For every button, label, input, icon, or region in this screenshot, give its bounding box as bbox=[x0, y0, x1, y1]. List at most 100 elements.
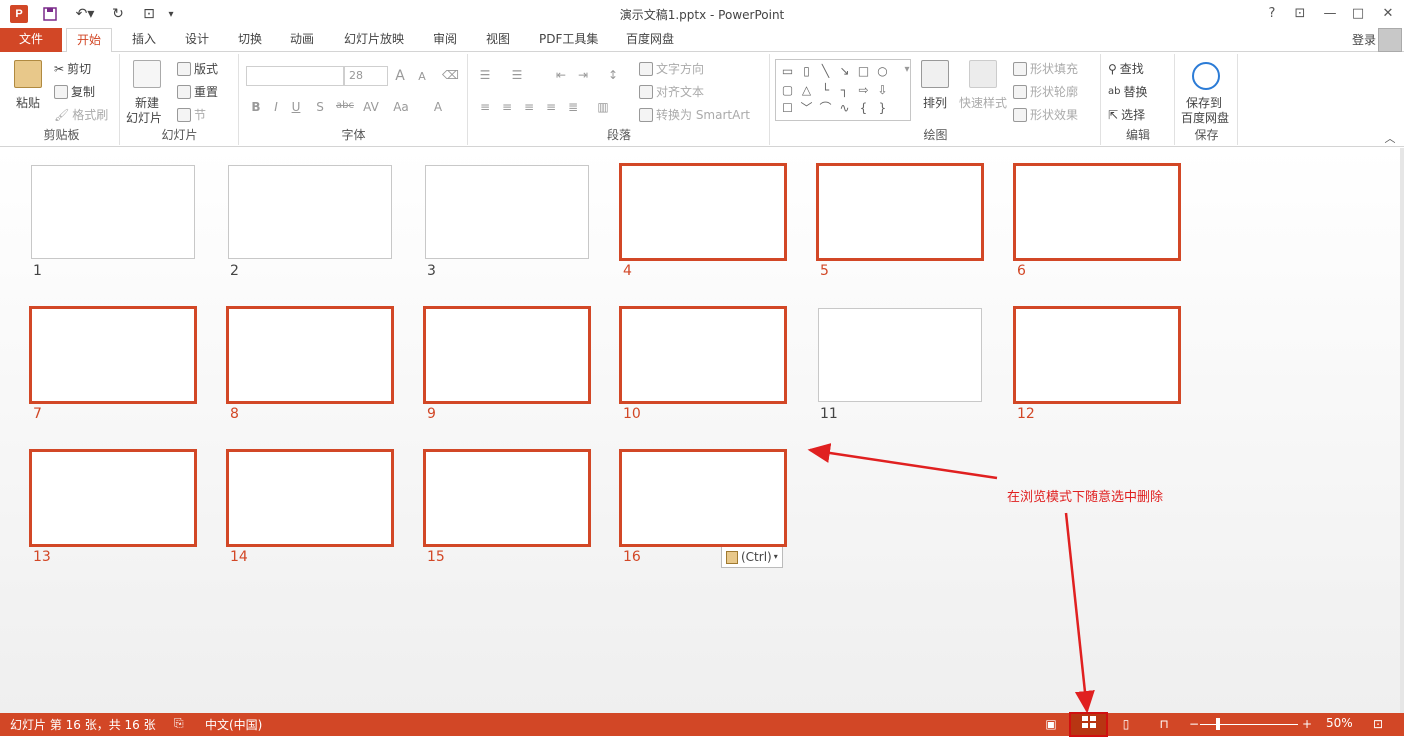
slide-thumbnail[interactable] bbox=[31, 165, 195, 259]
bold-button[interactable]: B bbox=[248, 100, 264, 114]
language-status[interactable]: 中文(中国) bbox=[205, 716, 262, 733]
help-button[interactable]: ? bbox=[1258, 2, 1286, 26]
line-spacing-icon[interactable]: ↕ bbox=[605, 68, 621, 82]
minimize-button[interactable]: — bbox=[1316, 2, 1344, 26]
save-to-line2[interactable]: 百度网盘 bbox=[1181, 109, 1229, 126]
vtextbox-shape-icon[interactable]: ▯ bbox=[797, 62, 816, 80]
curve-shape-icon[interactable]: ﹀ bbox=[797, 99, 816, 117]
font-color-button[interactable]: A bbox=[430, 100, 446, 114]
slide-thumbnail[interactable] bbox=[423, 306, 591, 404]
font-size-combo[interactable]: 28 bbox=[344, 66, 388, 86]
fit-to-window-icon[interactable]: ⊡ bbox=[1368, 715, 1388, 733]
paste-button[interactable]: 粘贴 bbox=[16, 94, 40, 111]
select-button[interactable]: ⇱ 选择 bbox=[1108, 106, 1145, 123]
reset-button[interactable]: 重置 bbox=[177, 83, 218, 100]
slideshow-view-icon[interactable]: ⊓ bbox=[1154, 715, 1174, 733]
numbering-icon[interactable]: ☰ bbox=[509, 68, 525, 82]
slide-thumbnail[interactable] bbox=[423, 449, 591, 547]
smartart-button[interactable]: 转换为 SmartArt bbox=[639, 106, 750, 123]
collapse-ribbon-icon[interactable]: ︿ bbox=[1382, 130, 1398, 146]
slide-thumbnail[interactable] bbox=[226, 306, 394, 404]
replace-button[interactable]: ab 替换 bbox=[1108, 83, 1148, 100]
layout-button[interactable]: 版式 bbox=[177, 60, 218, 77]
tab-pdf-tools[interactable]: PDF工具集 bbox=[529, 28, 608, 52]
baidu-cloud-icon[interactable] bbox=[1192, 62, 1220, 90]
maximize-button[interactable]: □ bbox=[1344, 2, 1372, 26]
align-center-icon[interactable]: ≡ bbox=[499, 100, 515, 114]
slide-thumbnail[interactable] bbox=[29, 449, 197, 547]
quick-styles-icon[interactable] bbox=[969, 60, 997, 88]
decrease-indent-icon[interactable]: ⇤ bbox=[553, 68, 569, 82]
change-case-button[interactable]: Aa bbox=[390, 100, 412, 114]
tab-slideshow[interactable]: 幻灯片放映 bbox=[334, 28, 414, 52]
tab-baidu-netdisk[interactable]: 百度网盘 bbox=[616, 28, 684, 52]
zoom-in-button[interactable]: + bbox=[1297, 715, 1317, 733]
textbox-shape-icon[interactable]: ▭ bbox=[778, 62, 797, 80]
slide-thumbnail[interactable] bbox=[1013, 306, 1181, 404]
normal-view-icon[interactable]: ▣ bbox=[1041, 715, 1061, 733]
cut-button[interactable]: ✂ 剪切 bbox=[54, 60, 91, 77]
zoom-slider-track[interactable] bbox=[1200, 724, 1298, 725]
zoom-slider-knob[interactable] bbox=[1216, 718, 1220, 730]
columns-icon[interactable]: ▥ bbox=[595, 100, 611, 114]
paste-icon[interactable] bbox=[14, 60, 42, 88]
shrink-font-button[interactable]: A bbox=[414, 70, 430, 83]
tab-home[interactable]: 开始 bbox=[66, 28, 113, 53]
text-direction-button[interactable]: 文字方向 bbox=[639, 60, 704, 77]
shadow-button[interactable]: S bbox=[312, 100, 328, 114]
slide-thumbnail[interactable] bbox=[425, 165, 589, 259]
shape-outline-button[interactable]: 形状轮廓 bbox=[1013, 83, 1078, 100]
tab-insert[interactable]: 插入 bbox=[122, 28, 166, 52]
grow-font-button[interactable]: A bbox=[392, 68, 408, 84]
format-painter-button[interactable]: 🖌 格式刷 bbox=[54, 106, 108, 123]
slide-thumbnail[interactable] bbox=[619, 163, 787, 261]
find-button[interactable]: ⚲ 查找 bbox=[1108, 60, 1144, 77]
slide-sorter-view-icon[interactable] bbox=[1079, 715, 1099, 733]
arc-shape-icon[interactable]: ⌒ bbox=[816, 99, 835, 117]
arrange-button[interactable]: 排列 bbox=[923, 94, 947, 111]
bullets-icon[interactable]: ☰ bbox=[477, 68, 493, 82]
line-shape-icon[interactable]: ╲ bbox=[816, 62, 835, 80]
arrow-shape-icon[interactable]: ↘ bbox=[835, 62, 854, 80]
copy-button[interactable]: 复制 bbox=[54, 83, 95, 100]
reading-view-icon[interactable]: ▯ bbox=[1116, 715, 1136, 733]
close-button[interactable]: ✕ bbox=[1374, 2, 1402, 26]
strikethrough-button[interactable]: abc bbox=[334, 100, 356, 111]
freeform-shape-icon[interactable]: ☐ bbox=[778, 99, 797, 117]
shape-effects-button[interactable]: 形状效果 bbox=[1013, 106, 1078, 123]
section-button[interactable]: 节 bbox=[177, 106, 206, 123]
font-name-combo[interactable] bbox=[246, 66, 344, 86]
slide-thumbnail[interactable] bbox=[619, 306, 787, 404]
spellcheck-icon[interactable]: ⎘ bbox=[174, 716, 184, 731]
brace-left-shape-icon[interactable]: { bbox=[854, 99, 873, 117]
slide-thumbnail[interactable] bbox=[818, 308, 982, 402]
right-arrow-shape-icon[interactable]: ⇨ bbox=[854, 81, 873, 99]
arrange-icon[interactable] bbox=[921, 60, 949, 88]
triangle-shape-icon[interactable]: △ bbox=[797, 81, 816, 99]
shapes-gallery[interactable]: ▭ ▯ ╲ ↘ □ ○ ▢ △ └ ┐ ⇨ ⇩ ☐ ﹀ ⌒ ∿{} bbox=[775, 59, 911, 121]
tab-view[interactable]: 视图 bbox=[476, 28, 520, 52]
clear-format-icon[interactable]: ⌫ bbox=[442, 68, 459, 82]
justify-icon[interactable]: ≡ bbox=[543, 100, 559, 114]
ellipse-shape-icon[interactable]: ○ bbox=[873, 62, 892, 80]
tab-review[interactable]: 审阅 bbox=[423, 28, 467, 52]
wave-shape-icon[interactable]: ∿ bbox=[835, 99, 854, 117]
shape-fill-button[interactable]: 形状填充 bbox=[1013, 60, 1078, 77]
rect-shape-icon[interactable]: □ bbox=[854, 62, 873, 80]
slide-thumbnail[interactable] bbox=[226, 449, 394, 547]
tab-animations[interactable]: 动画 bbox=[280, 28, 324, 52]
italic-button[interactable]: I bbox=[268, 100, 284, 114]
elbow-arrow-shape-icon[interactable]: ┐ bbox=[835, 81, 854, 99]
quick-styles-button[interactable]: 快速样式 bbox=[959, 94, 1007, 111]
elbow-shape-icon[interactable]: └ bbox=[816, 81, 835, 99]
underline-button[interactable]: U bbox=[288, 100, 304, 114]
avatar[interactable] bbox=[1378, 28, 1402, 52]
brace-right-shape-icon[interactable]: } bbox=[873, 99, 892, 117]
login-link[interactable]: 登录 bbox=[1352, 31, 1376, 48]
slide-thumbnail[interactable] bbox=[1013, 163, 1181, 261]
slide-thumbnail[interactable] bbox=[228, 165, 392, 259]
zoom-level[interactable]: 50% bbox=[1326, 716, 1353, 730]
tab-design[interactable]: 设计 bbox=[175, 28, 219, 52]
align-left-icon[interactable]: ≡ bbox=[477, 100, 493, 114]
new-slide-icon[interactable] bbox=[133, 60, 161, 88]
